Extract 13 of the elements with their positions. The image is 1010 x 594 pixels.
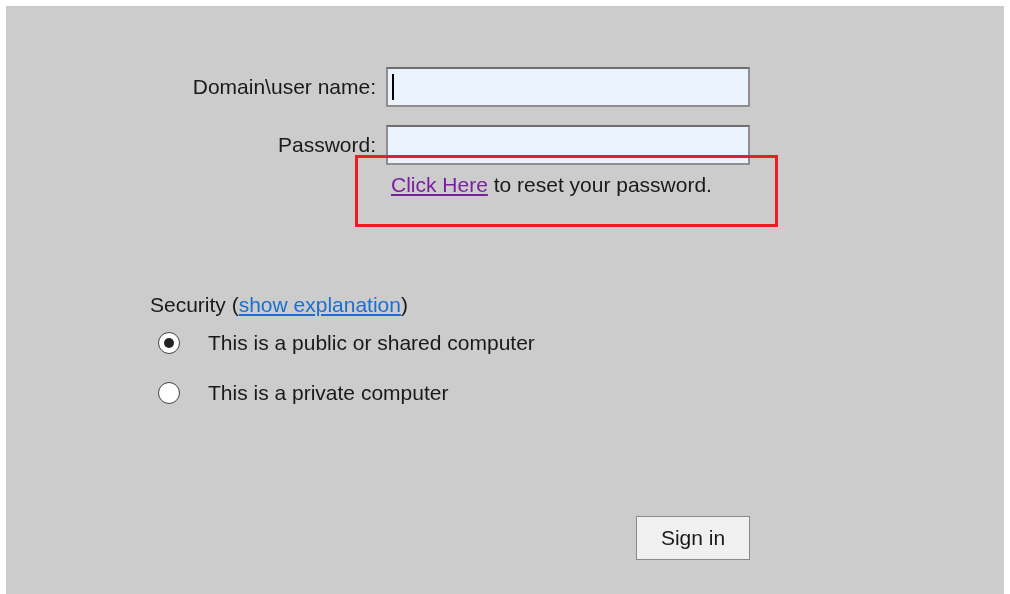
reset-link[interactable]: Click Here bbox=[391, 173, 488, 196]
radio-button[interactable] bbox=[158, 332, 180, 354]
sign-in-button[interactable]: Sign in bbox=[636, 516, 750, 560]
radio-button[interactable] bbox=[158, 382, 180, 404]
security-text: Security (show explanation) bbox=[150, 293, 409, 317]
radio-label: This is a public or shared computer bbox=[208, 331, 535, 355]
input-field[interactable] bbox=[386, 125, 750, 165]
field-label: Password: bbox=[277, 133, 376, 157]
input-field[interactable] bbox=[386, 67, 750, 107]
reset-text: Click Here to reset your password. bbox=[391, 173, 713, 197]
text-caret bbox=[392, 74, 394, 100]
radio-label: This is a private computer bbox=[208, 381, 449, 405]
field-label: Domain\user name: bbox=[192, 75, 376, 99]
